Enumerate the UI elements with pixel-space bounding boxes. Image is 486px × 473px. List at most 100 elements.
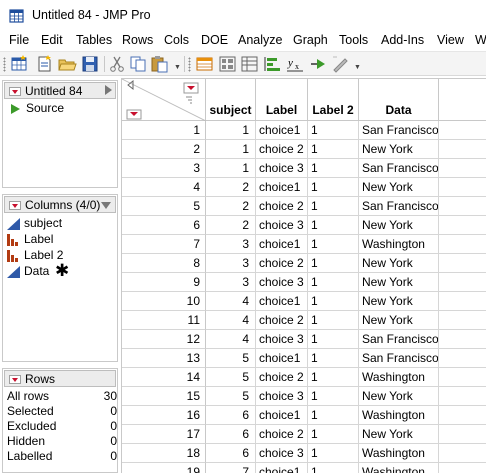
cell-subject[interactable]: 4	[206, 292, 256, 311]
cell-data[interactable]: New York	[359, 273, 439, 292]
row-number[interactable]: 4	[122, 178, 206, 197]
cell-empty[interactable]	[439, 406, 486, 425]
cell-label[interactable]: choice 2	[256, 425, 308, 444]
select-all-corner-icon[interactable]	[122, 79, 206, 121]
cell-label-2[interactable]: 1	[308, 197, 359, 216]
cell-empty[interactable]	[439, 311, 486, 330]
row-number[interactable]: 14	[122, 368, 206, 387]
cell-label[interactable]: choice1	[256, 463, 308, 473]
cell-data[interactable]: San Francisco	[359, 349, 439, 368]
cell-label[interactable]: choice 3	[256, 387, 308, 406]
cell-subject[interactable]: 2	[206, 216, 256, 235]
data-table-icon[interactable]	[195, 55, 214, 73]
cell-label[interactable]: choice1	[256, 178, 308, 197]
cell-empty[interactable]	[439, 178, 486, 197]
distribution-icon[interactable]	[218, 55, 237, 73]
menu-graph[interactable]: Graph	[293, 33, 328, 47]
cell-subject[interactable]: 5	[206, 349, 256, 368]
cell-label-2[interactable]: 1	[308, 235, 359, 254]
cell-label-2[interactable]: 1	[308, 216, 359, 235]
column-item-label[interactable]: subject	[24, 216, 62, 230]
row-number[interactable]: 19	[122, 463, 206, 473]
cell-label-2[interactable]: 1	[308, 425, 359, 444]
cell-subject[interactable]: 6	[206, 444, 256, 463]
disclosure-icon[interactable]	[101, 202, 111, 209]
disclosure-icon[interactable]	[105, 85, 112, 95]
cell-empty[interactable]	[439, 330, 486, 349]
menu-window[interactable]: W	[475, 33, 486, 47]
rows-selected[interactable]: Selected 0	[7, 404, 117, 418]
cell-empty[interactable]	[439, 197, 486, 216]
cell-label-2[interactable]: 1	[308, 254, 359, 273]
cell-subject[interactable]: 4	[206, 330, 256, 349]
menu-view[interactable]: View	[437, 33, 464, 47]
row-number[interactable]: 8	[122, 254, 206, 273]
cell-data[interactable]: Washington	[359, 368, 439, 387]
cut-icon[interactable]	[108, 55, 127, 73]
cell-data[interactable]: New York	[359, 387, 439, 406]
column-item-label[interactable]: Label	[24, 232, 53, 246]
cell-empty[interactable]	[439, 425, 486, 444]
cell-data[interactable]: New York	[359, 254, 439, 273]
cell-label[interactable]: choice 2	[256, 140, 308, 159]
cell-empty[interactable]	[439, 387, 486, 406]
row-number[interactable]: 12	[122, 330, 206, 349]
cell-subject[interactable]: 3	[206, 254, 256, 273]
cell-empty[interactable]	[439, 140, 486, 159]
cell-data[interactable]: San Francisco	[359, 197, 439, 216]
cell-empty[interactable]	[439, 368, 486, 387]
cell-label[interactable]: choice1	[256, 406, 308, 425]
menu-edit[interactable]: Edit	[41, 33, 63, 47]
cell-label[interactable]: choice1	[256, 121, 308, 140]
toolbar-grip[interactable]	[3, 57, 6, 72]
cell-empty[interactable]	[439, 235, 486, 254]
menu-tables[interactable]: Tables	[76, 33, 112, 47]
cell-label[interactable]: choice1	[256, 292, 308, 311]
row-number[interactable]: 15	[122, 387, 206, 406]
column-header-label-2[interactable]: Label 2	[308, 100, 359, 121]
cell-label-2[interactable]: 1	[308, 311, 359, 330]
column-header-data[interactable]: Data	[359, 100, 439, 121]
new-data-table-icon[interactable]	[10, 55, 29, 73]
copy-icon[interactable]	[129, 55, 148, 73]
cell-label-2[interactable]: 1	[308, 387, 359, 406]
cell-label-2[interactable]: 1	[308, 121, 359, 140]
row-number[interactable]: 16	[122, 406, 206, 425]
cell-subject[interactable]: 1	[206, 159, 256, 178]
cell-label[interactable]: choice1	[256, 349, 308, 368]
cell-label-2[interactable]: 1	[308, 406, 359, 425]
formula-icon[interactable]: yx	[286, 55, 305, 73]
cell-subject[interactable]: 6	[206, 425, 256, 444]
source-label[interactable]: Source	[26, 101, 64, 115]
cell-data[interactable]: New York	[359, 140, 439, 159]
row-number[interactable]: 2	[122, 140, 206, 159]
toolbar-overflow-icon[interactable]: ▼	[174, 64, 181, 71]
cell-data[interactable]: Washington	[359, 444, 439, 463]
rows-labelled[interactable]: Labelled 0	[7, 449, 117, 463]
cell-data[interactable]: San Francisco	[359, 330, 439, 349]
row-number[interactable]: 18	[122, 444, 206, 463]
row-number[interactable]: 6	[122, 216, 206, 235]
red-triangle-menu-icon[interactable]	[9, 375, 21, 384]
cell-subject[interactable]: 7	[206, 463, 256, 473]
cell-subject[interactable]: 1	[206, 121, 256, 140]
toolbar-grip[interactable]	[188, 57, 191, 72]
cell-label-2[interactable]: 1	[308, 330, 359, 349]
cell-data[interactable]: New York	[359, 216, 439, 235]
toolbar-overflow-icon[interactable]: ▼	[354, 64, 361, 71]
grid-corner[interactable]	[122, 79, 206, 121]
cell-subject[interactable]: 5	[206, 368, 256, 387]
fit-model-icon[interactable]	[263, 55, 282, 73]
column-header-subject[interactable]: subject	[206, 100, 256, 121]
cell-label-2[interactable]: 1	[308, 159, 359, 178]
cell-data[interactable]: Washington	[359, 406, 439, 425]
save-icon[interactable]	[81, 55, 100, 73]
cell-subject[interactable]: 2	[206, 197, 256, 216]
cell-label[interactable]: choice 2	[256, 254, 308, 273]
row-number[interactable]: 7	[122, 235, 206, 254]
cell-data[interactable]: New York	[359, 311, 439, 330]
cell-data[interactable]: San Francisco	[359, 121, 439, 140]
cell-label[interactable]: choice 3	[256, 159, 308, 178]
table-name[interactable]: Untitled 84	[25, 84, 82, 98]
row-number[interactable]: 13	[122, 349, 206, 368]
